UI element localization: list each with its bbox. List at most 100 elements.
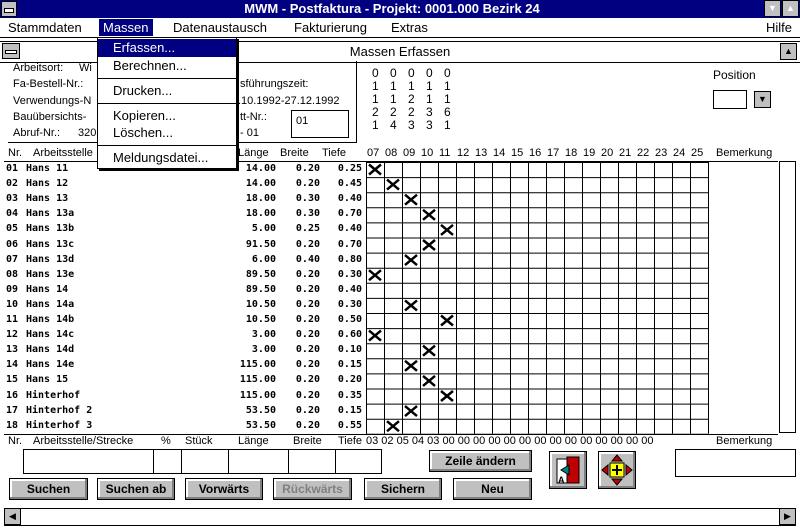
menu-fakturierung[interactable]: Fakturierung bbox=[290, 19, 371, 36]
day-grid[interactable] bbox=[366, 162, 710, 434]
day-digit: 3 bbox=[426, 118, 433, 132]
breite-input[interactable] bbox=[288, 449, 336, 474]
day-digit: 1 bbox=[372, 79, 379, 93]
day-digit: 1 bbox=[426, 92, 433, 106]
x-mark[interactable] bbox=[404, 299, 418, 312]
massen-table[interactable]: 01 Hans 11 14.00 0.20 0.25 02 Hans 12 14.00 0.20… bbox=[4, 161, 778, 435]
position-dropdown-icon[interactable]: ▼ bbox=[754, 91, 771, 108]
horizontal-scrollbar[interactable]: ◀ ▶ bbox=[4, 508, 796, 526]
ausfuehrung-value: .10.1992-27.12.1992 bbox=[238, 95, 340, 107]
x-mark[interactable] bbox=[440, 223, 454, 236]
menu-datenaustausch[interactable]: Datenaustausch bbox=[169, 19, 271, 36]
menu-massen[interactable]: Massen bbox=[99, 19, 153, 36]
minimize-icon[interactable]: ▼ bbox=[764, 0, 781, 17]
edit-header-bemerkung: Bemerkung bbox=[716, 435, 773, 447]
bemerkung-input[interactable] bbox=[675, 449, 796, 477]
ausfuehrung-label: sführungszeit: bbox=[240, 78, 309, 90]
day-column-header: 07 bbox=[367, 147, 380, 159]
edit-header-tiefe: Tiefe bbox=[338, 435, 363, 447]
blatt-value: - 01 bbox=[240, 127, 259, 139]
stueck-input[interactable] bbox=[181, 449, 229, 474]
exit-door-icon[interactable]: A bbox=[549, 451, 587, 489]
menu-item-drucken[interactable]: Drucken... bbox=[98, 82, 236, 100]
day-digit: 0 bbox=[444, 66, 451, 80]
day-digit: 1 bbox=[444, 92, 451, 106]
x-mark[interactable] bbox=[422, 374, 436, 387]
menu-item-erfassen[interactable]: Erfassen... bbox=[98, 39, 236, 57]
suchen-ab-button[interactable]: Suchen ab bbox=[97, 478, 175, 500]
blatt-input[interactable]: 01 bbox=[291, 110, 349, 138]
day-column-header: 21 bbox=[619, 147, 632, 159]
day-digit: 0 bbox=[426, 66, 433, 80]
day-digit: 2 bbox=[390, 105, 397, 119]
x-mark[interactable] bbox=[404, 405, 418, 418]
verwendungs-label: Verwendungs-N bbox=[13, 95, 92, 107]
laenge-input[interactable] bbox=[228, 449, 289, 474]
day-digit: 3 bbox=[426, 105, 433, 119]
rueckwaerts-button[interactable]: Rückwärts bbox=[273, 478, 352, 500]
fa-bestell-label: Fa-Bestell-Nr.: bbox=[13, 78, 84, 90]
suchen-button[interactable]: Suchen bbox=[9, 478, 88, 500]
scroll-right-icon[interactable]: ▶ bbox=[779, 508, 796, 525]
col-header-laenge: Länge bbox=[238, 147, 269, 159]
system-menu-icon[interactable] bbox=[1, 1, 17, 17]
maximize-icon[interactable]: ▲ bbox=[782, 0, 799, 17]
x-mark[interactable] bbox=[422, 208, 436, 221]
menu-hilfe[interactable]: Hilfe bbox=[762, 19, 796, 36]
edit-header-pct: % bbox=[161, 435, 171, 447]
day-digit: 1 bbox=[390, 92, 397, 106]
x-mark[interactable] bbox=[368, 329, 382, 342]
zeile-aendern-button[interactable]: Zeile ändern bbox=[429, 450, 532, 472]
day-column-header: 10 bbox=[421, 147, 434, 159]
day-column-header: 16 bbox=[529, 147, 542, 159]
scroll-left-icon[interactable]: ◀ bbox=[4, 508, 21, 525]
sichern-button[interactable]: Sichern bbox=[364, 478, 442, 500]
day-digit: 0 bbox=[372, 66, 379, 80]
day-column-header: 13 bbox=[475, 147, 488, 159]
day-column-header: 15 bbox=[511, 147, 524, 159]
svg-text:A: A bbox=[558, 475, 565, 485]
arbeitsstelle-input[interactable] bbox=[23, 449, 154, 474]
menu-item-berechnen[interactable]: Berechnen... bbox=[98, 57, 236, 75]
move-arrows-icon[interactable] bbox=[598, 451, 636, 489]
menu-item-loeschen[interactable]: Löschen... bbox=[98, 124, 236, 142]
x-mark[interactable] bbox=[368, 163, 382, 176]
title-bar: MWM - Postfaktura - Projekt: 0001.000 Be… bbox=[0, 0, 800, 18]
x-mark[interactable] bbox=[404, 193, 418, 206]
x-mark[interactable] bbox=[404, 359, 418, 372]
menu-separator bbox=[98, 103, 236, 104]
x-mark[interactable] bbox=[368, 269, 382, 282]
day-digit: 1 bbox=[408, 79, 415, 93]
x-mark[interactable] bbox=[386, 178, 400, 191]
col-header-nr: Nr. bbox=[8, 147, 23, 159]
pct-input[interactable] bbox=[153, 449, 182, 474]
child-maximize-icon[interactable]: ▲ bbox=[780, 43, 797, 60]
info-frame-divider bbox=[356, 61, 357, 142]
x-mark[interactable] bbox=[440, 390, 454, 402]
menu-extras[interactable]: Extras bbox=[387, 19, 432, 36]
row-arbeitsstelle: Hinterhof 3 bbox=[26, 419, 93, 431]
menu-item-meldungsdatei[interactable]: Meldungsdatei... bbox=[98, 149, 236, 167]
edit-day-values: 03 02 05 04 03 00 00 00 00 00 00 00 00 0… bbox=[366, 435, 654, 447]
x-mark[interactable] bbox=[440, 314, 454, 327]
position-label: Position bbox=[713, 68, 756, 82]
menu-separator bbox=[98, 78, 236, 79]
x-mark[interactable] bbox=[422, 344, 436, 357]
x-mark[interactable] bbox=[422, 239, 436, 251]
edit-header-arbeitsstelle: Arbeitsstelle/Strecke bbox=[33, 435, 134, 447]
vertical-scrollbar[interactable] bbox=[779, 161, 796, 433]
arbeitsort-label: Arbeitsort: bbox=[13, 62, 64, 74]
day-digit: 3 bbox=[408, 118, 415, 132]
vorwaerts-button[interactable]: Vorwärts bbox=[185, 478, 263, 500]
neu-button[interactable]: Neu bbox=[453, 478, 532, 500]
x-mark[interactable] bbox=[404, 254, 418, 267]
tiefe-input[interactable] bbox=[335, 449, 382, 474]
edit-header-stueck: Stück bbox=[185, 435, 213, 447]
day-digit: 1 bbox=[372, 118, 379, 132]
massen-dropdown-menu: Erfassen... Berechnen... Drucken... Kopi… bbox=[97, 37, 237, 169]
position-input[interactable] bbox=[713, 90, 747, 109]
menu-item-kopieren[interactable]: Kopieren... bbox=[98, 107, 236, 125]
menu-stammdaten[interactable]: Stammdaten bbox=[4, 19, 86, 36]
x-mark[interactable] bbox=[386, 420, 400, 433]
edit-header-breite: Breite bbox=[293, 435, 322, 447]
